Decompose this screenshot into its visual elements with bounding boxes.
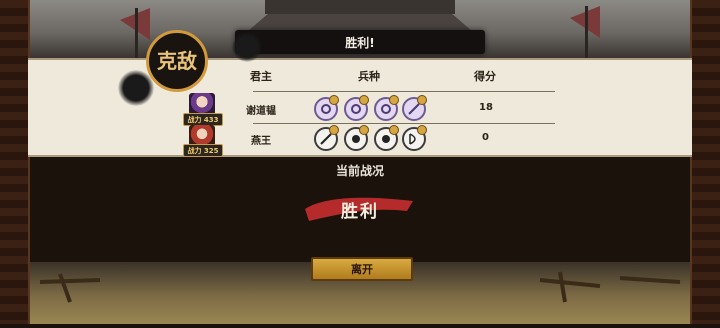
result-title: 胜利! [235,30,485,54]
victory-stamp: 克敌 [146,30,208,92]
lord-name: 燕王 [251,136,271,147]
violet-sword-icon [314,95,339,121]
dark-spear-icon [314,125,339,151]
score-value: 18 [479,102,493,113]
column-score: 得分 [474,70,496,83]
row-divider [253,91,555,92]
violet-sword-icon [344,95,369,121]
dark-fist-icon [374,125,399,151]
violet-spear-icon [402,95,427,121]
power-badge: 战力 325 [183,144,223,157]
avatar-xie-daoyun [189,93,215,115]
dark-bow-icon [402,125,427,151]
violet-sword-icon [374,95,399,121]
column-lord: 君主 [250,70,272,83]
score-value: 0 [482,132,489,143]
lord-name: 谢道韫 [246,106,276,117]
row-divider [253,123,555,124]
leave-button[interactable]: 离开 [311,257,413,281]
section-title: 当前战况 [335,164,384,178]
battle-result: 胜利 [341,202,379,222]
dark-fist-icon [344,125,369,151]
column-units: 兵种 [358,70,380,83]
ink-blot [232,32,262,62]
